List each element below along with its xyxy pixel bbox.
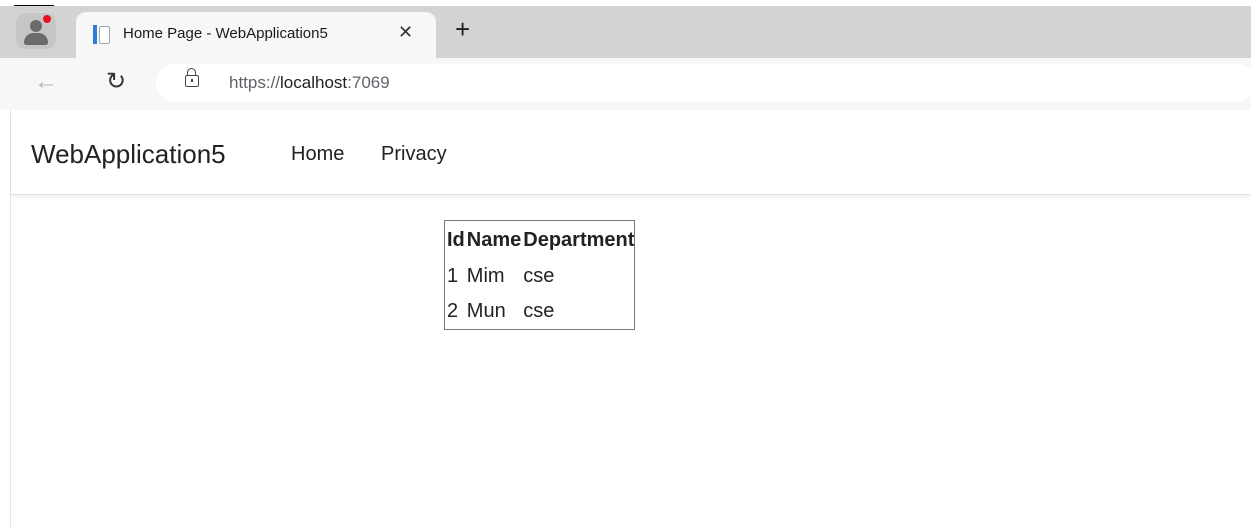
table-header-row: Id Name Department <box>445 221 634 259</box>
cell-department: cse <box>523 300 555 322</box>
cell-id: 2 <box>447 300 459 322</box>
profile-avatar-head <box>30 20 42 32</box>
cell-department: cse <box>523 265 555 287</box>
cell-id: 1 <box>447 265 459 287</box>
url-host: localhost <box>280 73 348 92</box>
navbar-brand[interactable]: WebApplication5 <box>31 139 226 170</box>
column-header-name: Name <box>466 229 522 251</box>
reload-icon[interactable]: ↻ <box>106 67 126 96</box>
new-tab-button[interactable]: + <box>455 14 470 44</box>
lock-icon[interactable] <box>185 68 199 87</box>
address-bar[interactable]: https://localhost:7069 <box>156 64 1251 102</box>
url-text[interactable]: https://localhost:7069 <box>229 73 390 93</box>
nav-link-home[interactable]: Home <box>291 143 344 166</box>
tab-title: Home Page - WebApplication5 <box>123 25 328 42</box>
browser-toolbar: ← ↻ https://localhost:7069 <box>0 58 1251 110</box>
notification-dot-icon <box>43 15 51 23</box>
cell-name: Mim <box>466 265 505 287</box>
column-header-department: Department <box>523 229 635 251</box>
table-row: 1 Mim cse <box>445 259 634 294</box>
page-favicon-icon <box>93 25 110 44</box>
url-port: :7069 <box>347 73 390 92</box>
nav-link-privacy[interactable]: Privacy <box>381 143 447 166</box>
profile-button[interactable] <box>16 13 56 49</box>
tab-strip: Home Page - WebApplication5 ✕ + <box>0 6 1251 58</box>
tab-close-icon[interactable]: ✕ <box>398 22 413 43</box>
employee-table: Id Name Department 1 Mim cse 2 Mun cse <box>444 220 636 330</box>
url-scheme: https:// <box>229 73 281 92</box>
page-viewport: WebApplication5 Home Privacy Id Name Dep… <box>10 110 1251 529</box>
cell-name: Mun <box>466 300 506 322</box>
column-header-id: Id <box>447 229 465 251</box>
site-navbar: WebApplication5 Home Privacy <box>11 110 1251 195</box>
table-row: 2 Mun cse <box>445 294 634 329</box>
profile-avatar-body <box>24 33 48 45</box>
active-tab[interactable]: Home Page - WebApplication5 ✕ <box>76 12 436 58</box>
back-arrow-icon[interactable]: ← <box>34 68 58 96</box>
